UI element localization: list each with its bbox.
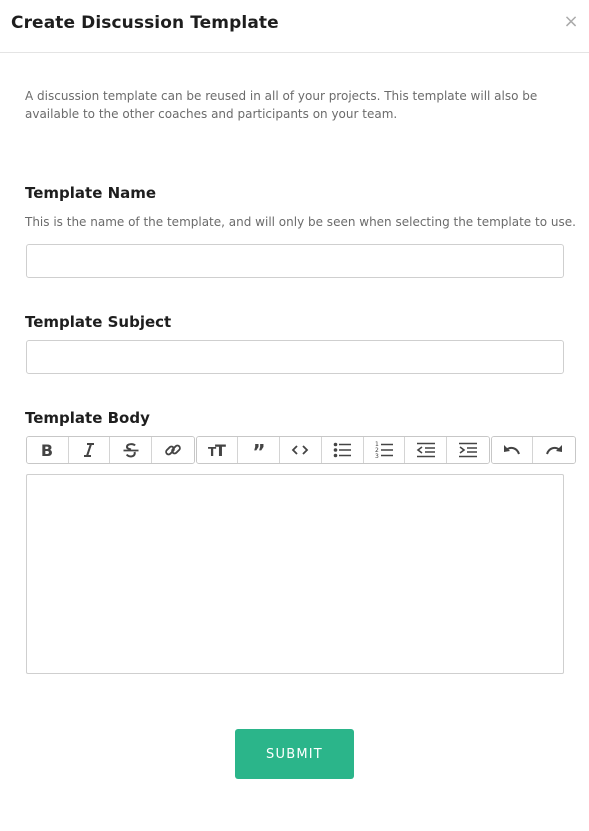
outdent-button[interactable] bbox=[405, 437, 447, 463]
undo-icon bbox=[503, 445, 520, 455]
italic-button[interactable] bbox=[68, 437, 111, 463]
template-subject-label: Template Subject bbox=[25, 313, 172, 331]
template-name-help: This is the name of the template, and wi… bbox=[25, 215, 576, 229]
toolbar-group-history bbox=[490, 436, 576, 464]
intro-text: A discussion template can be reused in a… bbox=[25, 89, 538, 121]
svg-text:B: B bbox=[41, 441, 53, 460]
toolbar-group-format: B bbox=[26, 436, 195, 464]
bullet-list-button[interactable] bbox=[321, 437, 364, 463]
heading-icon: TT bbox=[208, 441, 226, 460]
heading-button[interactable]: TT bbox=[196, 437, 239, 463]
italic-icon bbox=[84, 443, 95, 457]
template-body-editor[interactable] bbox=[26, 474, 564, 674]
code-icon bbox=[292, 445, 309, 455]
submit-button[interactable]: SUBMIT bbox=[235, 729, 354, 779]
numbered-list-button[interactable]: 123 bbox=[363, 437, 406, 463]
indent-icon bbox=[458, 442, 477, 458]
template-subject-input[interactable] bbox=[26, 340, 564, 374]
close-icon[interactable]: × bbox=[563, 13, 579, 31]
code-button[interactable] bbox=[280, 437, 322, 463]
bullet-list-icon bbox=[333, 442, 352, 458]
bold-button[interactable]: B bbox=[27, 437, 69, 463]
outdent-icon bbox=[416, 442, 435, 458]
link-icon bbox=[165, 444, 181, 456]
svg-text:T: T bbox=[215, 441, 226, 460]
undo-button[interactable] bbox=[491, 437, 534, 463]
redo-icon bbox=[546, 445, 563, 455]
indent-button[interactable] bbox=[446, 437, 489, 463]
bold-icon: B bbox=[41, 441, 53, 460]
numbered-list-icon: 123 bbox=[375, 441, 393, 460]
dialog-header: Create Discussion Template × bbox=[0, 0, 589, 53]
quote-button[interactable]: ” bbox=[238, 437, 281, 463]
svg-text:3: 3 bbox=[375, 453, 379, 460]
toolbar-group-blocks: TT ” 123 bbox=[195, 436, 490, 464]
svg-text:”: ” bbox=[252, 440, 265, 460]
editor-toolbar: B TT ” 123 bbox=[26, 436, 577, 464]
redo-button[interactable] bbox=[533, 437, 575, 463]
template-name-input[interactable] bbox=[26, 244, 564, 278]
template-name-label: Template Name bbox=[25, 184, 157, 202]
template-body-label: Template Body bbox=[25, 409, 150, 427]
dialog-title: Create Discussion Template bbox=[11, 13, 279, 33]
strikethrough-button[interactable] bbox=[110, 437, 153, 463]
link-button[interactable] bbox=[152, 437, 194, 463]
strikethrough-icon bbox=[123, 443, 139, 458]
quote-icon: ” bbox=[252, 440, 265, 460]
